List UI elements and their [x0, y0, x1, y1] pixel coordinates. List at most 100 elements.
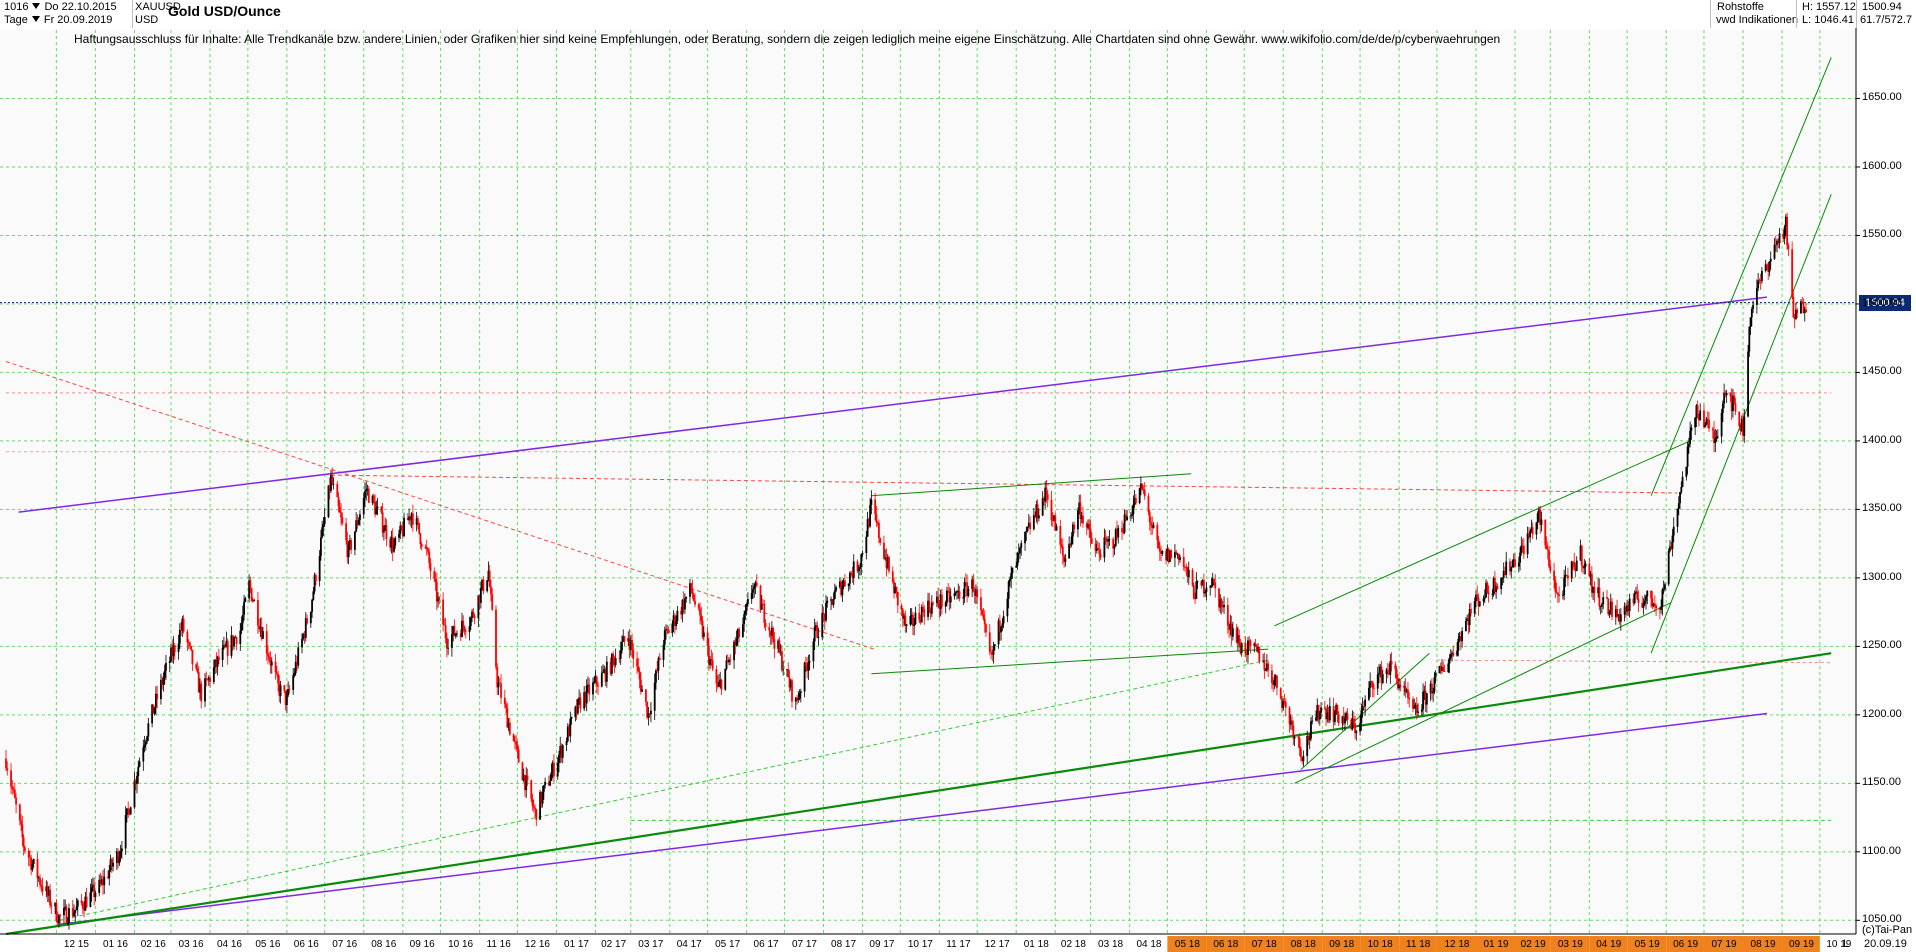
- candle-body: [1766, 264, 1768, 268]
- candle-body: [147, 723, 150, 737]
- candle-body: [479, 588, 482, 603]
- candle-body: [808, 661, 811, 663]
- candle-body: [1548, 550, 1550, 567]
- candle-body: [1238, 635, 1241, 646]
- candle-body: [878, 522, 880, 539]
- x-tick-label: 04 19: [1596, 939, 1622, 950]
- candle-body: [1001, 623, 1004, 627]
- period-code: 1016: [4, 1, 29, 13]
- period-selector[interactable]: 1016 Do 22.10.2015: [4, 1, 117, 14]
- candle-body: [311, 599, 313, 612]
- candle-body: [267, 653, 269, 657]
- candle-body: [462, 620, 465, 627]
- candle-body: [1510, 567, 1513, 572]
- candle-body: [1555, 591, 1558, 593]
- candle-body: [1470, 608, 1472, 614]
- x-tick-label: 05 16: [255, 939, 281, 950]
- candlestick-chart: [0, 0, 1916, 952]
- candle-body: [1750, 309, 1753, 318]
- candle-body: [1456, 650, 1458, 656]
- candle-body: [359, 514, 361, 520]
- candle-body: [1636, 591, 1639, 599]
- x-tick-label: 05 19: [1634, 939, 1660, 950]
- candle-body: [569, 718, 572, 737]
- candle-body: [428, 551, 431, 564]
- candle-body: [90, 887, 93, 893]
- candle-body: [1413, 707, 1416, 709]
- candle-body: [297, 647, 300, 666]
- candle-body: [250, 588, 253, 601]
- candle-body: [1687, 443, 1690, 447]
- candle-body: [667, 629, 670, 634]
- candle-body: [1254, 643, 1257, 647]
- candle-body: [312, 591, 315, 600]
- candle-body: [1148, 512, 1151, 523]
- candle-body: [1417, 711, 1419, 713]
- candle-body: [376, 506, 379, 508]
- candle-body: [778, 640, 781, 652]
- candle-body: [1425, 693, 1428, 705]
- candle-body: [1536, 513, 1539, 523]
- candle-body: [168, 661, 171, 663]
- candle-body: [833, 590, 836, 599]
- x-tick-label: 03 17: [638, 939, 664, 950]
- candle-body: [1046, 494, 1049, 500]
- candle-body: [10, 770, 12, 787]
- candle-body: [807, 662, 810, 671]
- candle-body: [1496, 586, 1499, 590]
- candle-body: [173, 645, 176, 652]
- candle-body: [1553, 570, 1555, 581]
- candle-body: [372, 495, 375, 502]
- candle-body: [946, 590, 948, 603]
- candle-body: [1434, 673, 1437, 678]
- candle-body: [940, 594, 943, 607]
- candle-body: [20, 820, 23, 825]
- candle-body: [1182, 556, 1185, 567]
- candle-body: [542, 785, 545, 792]
- candle-body: [1563, 577, 1566, 596]
- candle-body: [1337, 714, 1340, 724]
- candle-body: [112, 862, 114, 867]
- x-tick-label: 03 19: [1557, 939, 1583, 950]
- candle-body: [1734, 403, 1737, 412]
- candle-body: [963, 582, 966, 598]
- timeframe-selector[interactable]: Tage Fr 20.09.2019: [4, 14, 112, 27]
- candle-body: [81, 903, 84, 909]
- candle-body: [288, 689, 291, 690]
- candle-body: [1645, 596, 1647, 601]
- candle-body: [249, 580, 252, 589]
- candle-body: [1098, 549, 1101, 555]
- candle-body: [515, 741, 518, 745]
- candle-body: [1522, 545, 1525, 555]
- chevron-down-icon[interactable]: [31, 16, 40, 22]
- candle-body: [1478, 601, 1481, 607]
- candle-body: [243, 601, 245, 615]
- candle-body: [744, 610, 747, 615]
- x-tick-label: 06 17: [753, 939, 779, 950]
- candle-body: [1699, 410, 1702, 421]
- candle-body: [1141, 483, 1144, 490]
- candle-body: [781, 651, 783, 671]
- candle-body: [5, 758, 7, 769]
- candle-body: [690, 583, 693, 589]
- chevron-down-icon[interactable]: [32, 3, 41, 9]
- candle-body: [1655, 605, 1658, 609]
- candle-body: [1050, 499, 1053, 521]
- x-tick-label: 01 19: [1483, 939, 1509, 950]
- x-tick-label: 02 16: [140, 939, 166, 950]
- candle-body: [684, 598, 686, 610]
- candle-body: [1447, 663, 1450, 672]
- candle-body: [1743, 416, 1746, 436]
- candle-body: [1143, 489, 1146, 497]
- candle-body: [1364, 699, 1367, 707]
- candle-body: [685, 596, 688, 599]
- candle-body: [550, 772, 553, 781]
- candle-body: [365, 489, 368, 492]
- range-label: 61.7/572.7: [1860, 14, 1912, 26]
- candle-body: [1138, 488, 1141, 504]
- candle-body: [191, 649, 194, 665]
- candle-body: [1142, 489, 1145, 490]
- y-tick-label: 1050.00: [1862, 913, 1902, 926]
- source: vwd Indikationen: [1716, 14, 1798, 26]
- candle-body: [1556, 592, 1559, 595]
